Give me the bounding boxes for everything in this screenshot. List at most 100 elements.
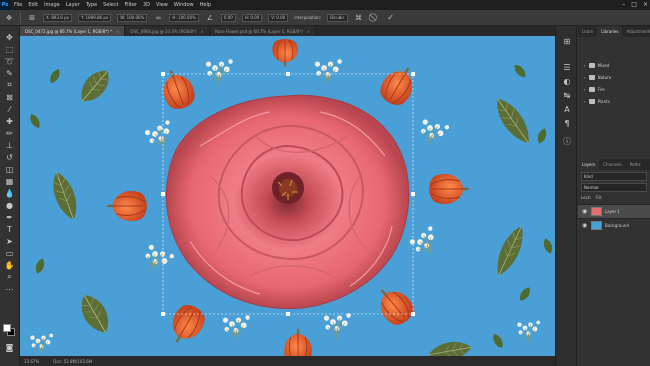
character-panel-icon[interactable]: A — [561, 104, 573, 114]
library-item[interactable]: › Plants — [578, 95, 650, 107]
tab-document-1[interactable]: DSC_0472.jpg @ 66.7% (Layer 1, RGB/8*) *… — [20, 26, 126, 36]
library-item[interactable]: › Fire — [578, 83, 650, 95]
lock-label: Lock: — [581, 195, 592, 200]
hskew-field[interactable]: H: 0.00 — [241, 13, 263, 22]
menu-filter[interactable]: Filter — [125, 2, 137, 8]
transform-handle[interactable] — [286, 72, 290, 76]
rose-flower — [165, 94, 410, 310]
marquee-tool-icon[interactable]: ⬚ — [3, 44, 16, 54]
tab-libraries[interactable]: Libraries — [597, 26, 623, 37]
crop-tool-icon[interactable]: ⌗ — [3, 80, 16, 90]
pen-tool-icon[interactable]: ✒ — [3, 212, 16, 222]
info-panel-icon[interactable]: ⓘ — [561, 136, 573, 146]
width-field[interactable]: W: 100.00% — [117, 13, 148, 22]
minimize-button[interactable]: – — [622, 0, 625, 10]
fill-label: Fill: — [595, 195, 603, 200]
zoom-level[interactable]: 33.67% — [24, 359, 39, 364]
y-position-field[interactable]: Y: 1899.86 px — [78, 13, 112, 22]
menu-edit[interactable]: Edit — [28, 2, 38, 8]
menu-view[interactable]: View — [156, 2, 168, 8]
rotate-icon: ∠ — [206, 13, 213, 22]
maximize-button[interactable]: □ — [631, 0, 637, 10]
eyedropper-tool-icon[interactable]: ⁄ — [3, 104, 16, 114]
tab-document-3[interactable]: Rose Flower.psd @ 66.7% (Layer 1, RGB/8*… — [209, 26, 317, 36]
quick-mask-icon[interactable]: ◙ — [3, 342, 16, 352]
tab-channels[interactable]: Channels — [599, 159, 626, 170]
foreground-color-swatch[interactable] — [3, 324, 11, 332]
transform-handle[interactable] — [161, 312, 165, 316]
close-tab-icon[interactable]: × — [116, 29, 119, 34]
angle-field[interactable]: 0.00 — [220, 13, 236, 22]
menu-window[interactable]: Window — [174, 2, 194, 8]
tab-paths[interactable]: Paths — [626, 159, 645, 170]
history-panel-icon[interactable]: ⊞ — [561, 36, 573, 46]
library-item[interactable]: › Nature — [578, 71, 650, 83]
tab-layers[interactable]: Layers — [578, 159, 600, 170]
link-icon[interactable]: ∞ — [153, 13, 163, 23]
cancel-transform-button[interactable]: ⃠ — [370, 13, 380, 23]
transform-handle[interactable] — [411, 72, 415, 76]
path-select-tool-icon[interactable]: ➤ — [3, 236, 16, 246]
move-tool-icon[interactable]: ✥ — [4, 13, 14, 23]
gradient-tool-icon[interactable]: ▦ — [3, 176, 16, 186]
close-tab-icon[interactable]: × — [201, 29, 204, 34]
clone-stamp-tool-icon[interactable]: ⊥ — [3, 140, 16, 150]
commit-transform-button[interactable]: ✓ — [386, 13, 396, 22]
transform-handle[interactable] — [161, 192, 165, 196]
history-brush-tool-icon[interactable]: ↺ — [3, 152, 16, 162]
library-item[interactable]: › Mixed — [578, 59, 650, 71]
menu-3d[interactable]: 3D — [143, 2, 150, 8]
canvas-image — [20, 36, 555, 356]
tab-document-2[interactable]: DSC_0904.jpg @ 33.3% (RGB/8*) × — [125, 26, 210, 36]
lasso-tool-icon[interactable]: ➰ — [3, 56, 16, 66]
close-window-button[interactable]: × — [643, 0, 648, 10]
rectangle-tool-icon[interactable]: ▭ — [3, 248, 16, 258]
chevron-right-icon: › — [584, 98, 586, 104]
document-tabs: DSC_0472.jpg @ 66.7% (Layer 1, RGB/8*) *… — [20, 26, 555, 36]
menu-type[interactable]: Type — [86, 2, 97, 8]
blur-tool-icon[interactable]: 💧 — [3, 188, 16, 198]
hand-tool-icon[interactable]: ✋ — [3, 260, 16, 270]
close-tab-icon[interactable]: × — [307, 29, 310, 34]
layer-filter-kind[interactable]: Kind — [581, 172, 647, 181]
transform-handle[interactable] — [411, 312, 415, 316]
vskew-field[interactable]: V: 0.00 — [268, 13, 289, 22]
paragraph-panel-icon[interactable]: ¶ — [561, 118, 573, 128]
reference-point-icon[interactable]: ⊞ — [27, 13, 37, 23]
transform-handle[interactable] — [286, 312, 290, 316]
transform-handle[interactable] — [161, 72, 165, 76]
menu-help[interactable]: Help — [200, 2, 211, 8]
brush-tool-icon[interactable]: ✏ — [3, 128, 16, 138]
document-canvas[interactable] — [20, 36, 555, 356]
frame-tool-icon[interactable]: ⊠ — [3, 92, 16, 102]
move-tool-icon[interactable]: ✥ — [3, 32, 16, 42]
transform-handle[interactable] — [411, 192, 415, 196]
visibility-eye-icon[interactable]: ◉ — [582, 222, 588, 229]
menu-image[interactable]: Image — [44, 2, 60, 8]
layer-row-layer-1[interactable]: ◉ Layer 1 — [578, 204, 650, 218]
swatches-panel-icon[interactable]: ↹ — [561, 90, 573, 100]
dodge-tool-icon[interactable]: ● — [3, 200, 16, 210]
menu-layer[interactable]: Layer — [66, 2, 80, 8]
folder-icon — [588, 62, 595, 68]
eraser-tool-icon[interactable]: ◫ — [3, 164, 16, 174]
adjustments-panel-icon[interactable]: ◐ — [561, 76, 573, 86]
menu-select[interactable]: Select — [103, 2, 118, 8]
x-position-field[interactable]: X: 893.8 px — [43, 13, 72, 22]
interpolation-select[interactable]: Bicubic — [327, 13, 348, 22]
quick-select-tool-icon[interactable]: ✎ — [3, 68, 16, 78]
menu-file[interactable]: File — [14, 2, 22, 8]
tab-learn[interactable]: Learn — [578, 26, 597, 37]
type-tool-icon[interactable]: T — [3, 224, 16, 234]
healing-brush-tool-icon[interactable]: ✚ — [3, 116, 16, 126]
height-field[interactable]: H: 100.00% — [169, 13, 199, 22]
properties-panel-icon[interactable]: ☰ — [561, 62, 573, 72]
layer-row-background[interactable]: ◉ Background — [578, 218, 650, 232]
blend-mode-select[interactable]: Normal — [581, 183, 647, 192]
zoom-tool-icon[interactable]: ⌕ — [3, 272, 16, 282]
tab-adjustments[interactable]: Adjustments — [622, 26, 650, 37]
warp-icon[interactable]: ⌘ — [354, 13, 364, 23]
more-tools-icon[interactable]: ⋯ — [3, 284, 16, 294]
libraries-panel-tabs: Learn Libraries Adjustments — [578, 26, 650, 37]
visibility-eye-icon[interactable]: ◉ — [582, 208, 588, 215]
